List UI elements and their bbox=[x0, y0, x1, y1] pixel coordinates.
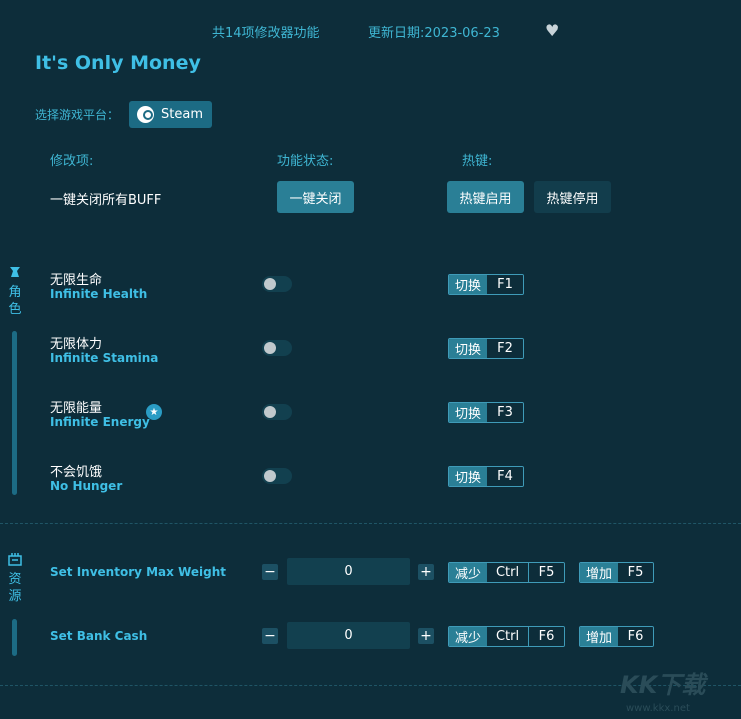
steam-platform-button[interactable]: Steam bbox=[129, 101, 212, 128]
hotkey-key: F5 bbox=[618, 563, 654, 582]
hotkey-decrease-cash[interactable]: 减少 Ctrl F6 bbox=[448, 626, 566, 647]
hotkey-action: 切换 bbox=[449, 467, 488, 486]
steam-icon bbox=[137, 106, 154, 123]
plus-icon[interactable]: + bbox=[418, 564, 434, 580]
hotkey-action: 减少 bbox=[449, 563, 488, 582]
feature-name-cn: 无限生命 bbox=[50, 273, 103, 288]
column-hotkey: 热键: bbox=[462, 154, 493, 169]
hotkey-enable-button[interactable]: 热键启用 bbox=[447, 181, 524, 213]
hotkey-action: 增加 bbox=[580, 627, 619, 646]
feature-name-cn: 无限能量 bbox=[50, 401, 103, 416]
hotkey-key: F1 bbox=[487, 275, 524, 294]
hotkey-infinite-energy[interactable]: 切换 F3 bbox=[448, 402, 525, 423]
column-mod-item: 修改项: bbox=[50, 154, 94, 169]
close-all-buff-label: 一键关闭所有BUFF bbox=[50, 193, 162, 208]
steam-label: Steam bbox=[161, 107, 203, 122]
update-date: 更新日期:2023-06-23 bbox=[368, 26, 500, 41]
minus-icon[interactable]: − bbox=[262, 564, 278, 580]
hotkey-action: 切换 bbox=[449, 275, 488, 294]
feature-name-en: No Hunger bbox=[50, 479, 123, 493]
feature-name-cn: 不会饥饿 bbox=[50, 465, 103, 480]
minus-icon[interactable]: − bbox=[262, 628, 278, 644]
section-divider bbox=[0, 523, 741, 524]
hotkey-action: 切换 bbox=[449, 339, 488, 358]
feature-count: 共14项修改器功能 bbox=[212, 26, 320, 41]
category-character-label-2: 色 bbox=[8, 302, 22, 317]
category-resources-label-2: 源 bbox=[8, 589, 22, 604]
hotkey-key: F5 bbox=[529, 563, 565, 582]
hotkey-modifier: Ctrl bbox=[487, 627, 530, 646]
infinite-health-toggle[interactable] bbox=[262, 276, 292, 292]
feature-name-cn: 无限体力 bbox=[50, 337, 103, 352]
category-character[interactable]: 角 色 bbox=[7, 265, 23, 318]
watermark-url: www.kkx.net bbox=[626, 703, 690, 714]
hotkey-key: F3 bbox=[487, 403, 524, 422]
hotkey-increase-cash[interactable]: 增加 F6 bbox=[579, 626, 655, 647]
game-title: It's Only Money bbox=[35, 52, 201, 74]
plus-icon[interactable]: + bbox=[418, 628, 434, 644]
no-hunger-toggle[interactable] bbox=[262, 468, 292, 484]
hotkey-key: F6 bbox=[618, 627, 654, 646]
inventory-max-weight-label: Set Inventory Max Weight bbox=[50, 565, 226, 579]
resources-icon bbox=[8, 553, 22, 566]
hotkey-no-hunger[interactable]: 切换 F4 bbox=[448, 466, 525, 487]
hotkey-increase-weight[interactable]: 增加 F5 bbox=[579, 562, 655, 583]
hotkey-key: F4 bbox=[487, 467, 524, 486]
hotkey-infinite-health[interactable]: 切换 F1 bbox=[448, 274, 525, 295]
hotkey-key: F2 bbox=[487, 339, 524, 358]
category-resources-label-1: 资 bbox=[8, 572, 22, 587]
hotkey-action: 切换 bbox=[449, 403, 488, 422]
feature-name-en: Infinite Energy bbox=[50, 415, 150, 429]
close-all-button[interactable]: 一键关闭 bbox=[277, 181, 354, 213]
column-status: 功能状态: bbox=[277, 154, 334, 169]
inventory-max-weight-input[interactable] bbox=[287, 558, 410, 585]
heart-icon[interactable]: ♥ bbox=[545, 21, 559, 40]
watermark-logo: KK下载 bbox=[620, 671, 706, 699]
star-icon: ★ bbox=[146, 404, 162, 420]
bank-cash-label: Set Bank Cash bbox=[50, 629, 148, 643]
hotkey-disable-button[interactable]: 热键停用 bbox=[534, 181, 611, 213]
hotkey-action: 减少 bbox=[449, 627, 488, 646]
platform-label: 选择游戏平台： bbox=[35, 108, 120, 122]
feature-name-en: Infinite Stamina bbox=[50, 351, 159, 365]
category-character-bar bbox=[12, 331, 17, 495]
hotkey-key: F6 bbox=[529, 627, 565, 646]
hotkey-action: 增加 bbox=[580, 563, 619, 582]
category-resources[interactable]: 资 源 bbox=[7, 552, 23, 605]
bank-cash-input[interactable] bbox=[287, 622, 410, 649]
hotkey-decrease-weight[interactable]: 减少 Ctrl F5 bbox=[448, 562, 566, 583]
hotkey-modifier: Ctrl bbox=[487, 563, 530, 582]
infinite-energy-toggle[interactable] bbox=[262, 404, 292, 420]
category-character-label-1: 角 bbox=[8, 285, 22, 300]
infinite-stamina-toggle[interactable] bbox=[262, 340, 292, 356]
category-resources-bar bbox=[12, 619, 17, 656]
hotkey-infinite-stamina[interactable]: 切换 F2 bbox=[448, 338, 525, 359]
feature-name-en: Infinite Health bbox=[50, 287, 148, 301]
character-icon bbox=[10, 267, 20, 277]
